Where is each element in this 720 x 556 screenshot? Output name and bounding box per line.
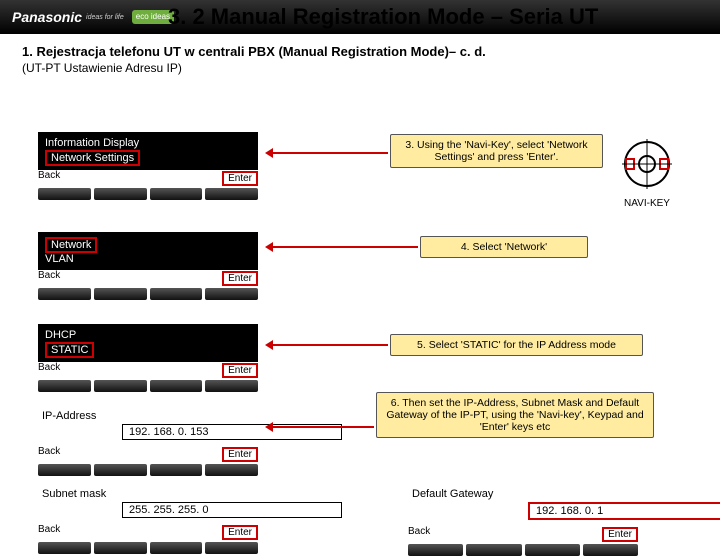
navi-key-diagram: NAVI-KEY (612, 137, 682, 209)
phone-display-gateway: Default Gateway 192. 168. 0. 1 BackEnter (408, 486, 638, 556)
arrow-icon (268, 246, 418, 248)
subnet-value: 255. 255. 255. 0 (122, 502, 342, 518)
hw-button (38, 188, 91, 200)
section-subheading: (UT-PT Ustawienie Adresu IP) (22, 61, 698, 75)
hw-button (205, 288, 258, 300)
hw-button (150, 542, 203, 554)
hw-button (150, 288, 203, 300)
phone-display-subnet: Subnet mask 255. 255. 255. 0 BackEnter (38, 486, 258, 554)
softkey-enter: Enter (222, 525, 258, 540)
softkey-back: Back (38, 362, 60, 378)
softkey-enter: Enter (222, 171, 258, 186)
hw-button (205, 380, 258, 392)
screen-line1: Information Display (45, 137, 251, 149)
hw-button (94, 380, 147, 392)
screen-selection: STATIC (45, 342, 94, 358)
callout-step6: 6. Then set the IP-Address, Subnet Mask … (376, 392, 654, 438)
softkey-back: Back (38, 170, 60, 186)
softkey-enter: Enter (222, 363, 258, 378)
hw-button (94, 542, 147, 554)
navi-key-icon (620, 137, 674, 191)
softkey-enter: Enter (222, 271, 258, 286)
hw-button (94, 188, 147, 200)
arrow-icon (268, 152, 388, 154)
arrow-icon (268, 426, 374, 428)
screen-selection: Network (45, 237, 97, 253)
callout-step4: 4. Select 'Network' (420, 236, 588, 258)
hw-button (38, 288, 91, 300)
hw-button (205, 542, 258, 554)
hw-button (205, 188, 258, 200)
softkey-back: Back (38, 270, 60, 286)
hw-button (583, 544, 638, 556)
phone-display-network: Network VLAN Back Enter (38, 232, 258, 300)
softkey-back: Back (38, 446, 60, 462)
screen-selection: Network Settings (45, 150, 140, 166)
phone-display-static: DHCP STATIC Back Enter (38, 324, 258, 392)
hw-button (408, 544, 463, 556)
page-title: 3. 2 Manual Registration Mode – Seria UT (168, 4, 598, 30)
brand-tagline: ideas for life (86, 14, 124, 21)
phone-display-network-settings: Information Display Network Settings Bac… (38, 132, 258, 200)
field-label: Default Gateway (408, 486, 638, 502)
section-heading: 1. Rejestracja telefonu UT w centrali PB… (22, 44, 698, 59)
hw-button (38, 464, 91, 476)
softkey-enter: Enter (222, 447, 258, 462)
hw-button (94, 288, 147, 300)
hw-button (150, 188, 203, 200)
callout-step3: 3. Using the 'Navi-Key', select 'Network… (390, 134, 603, 168)
hw-button (38, 380, 91, 392)
field-label: IP-Address (38, 408, 258, 424)
hw-button (94, 464, 147, 476)
field-label: Subnet mask (38, 486, 258, 502)
hw-button (150, 380, 203, 392)
screen-line2: VLAN (45, 253, 251, 265)
gateway-value: 192. 168. 0. 1 (528, 502, 720, 520)
screen-line1: DHCP (45, 329, 251, 341)
navi-key-label: NAVI-KEY (612, 198, 682, 209)
hw-button (466, 544, 521, 556)
hw-button (205, 464, 258, 476)
brand-logo: Panasonic (0, 9, 82, 25)
hw-button (150, 464, 203, 476)
callout-step5: 5. Select 'STATIC' for the IP Address mo… (390, 334, 643, 356)
arrow-icon (268, 344, 388, 346)
hw-button (38, 542, 91, 554)
phone-display-ip-address: IP-Address 192. 168. 0. 153 BackEnter (38, 408, 258, 476)
hw-button (525, 544, 580, 556)
softkey-back: Back (38, 524, 60, 540)
